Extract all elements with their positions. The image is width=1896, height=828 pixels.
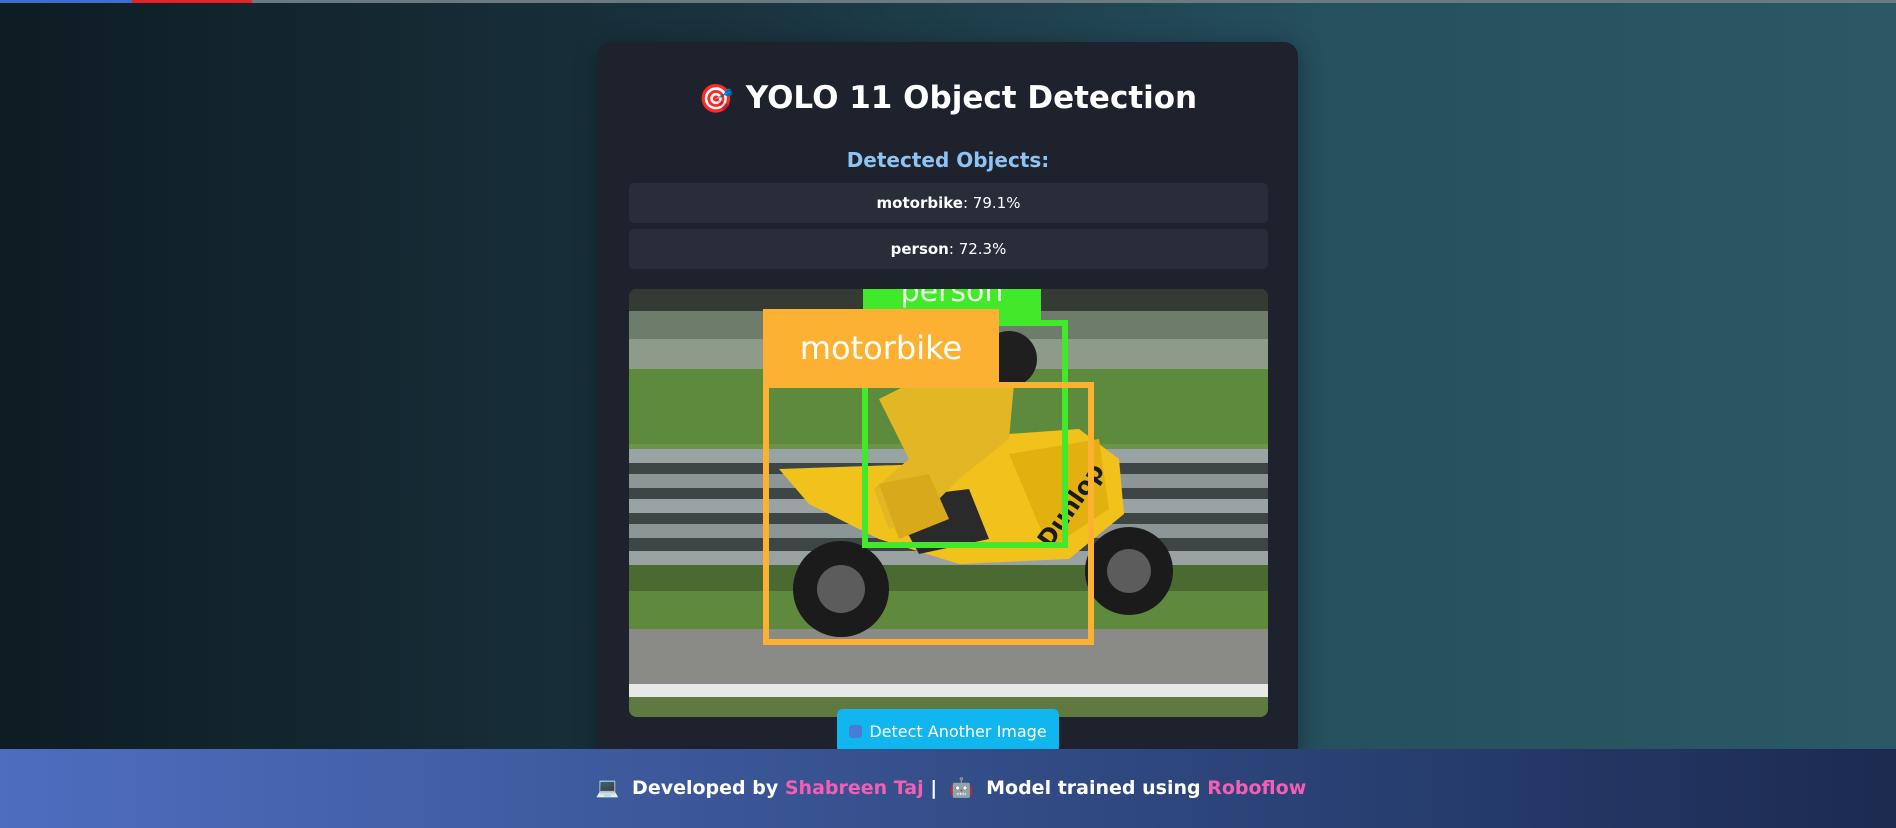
laptop-icon: 💻: [595, 777, 620, 799]
loading-bar-blue: [0, 0, 132, 3]
detect-another-image-label: Detect Another Image: [869, 722, 1047, 741]
detect-another-image-button[interactable]: Detect Another Image: [837, 709, 1059, 753]
developer-name-link[interactable]: Shabreen Taj: [785, 777, 924, 799]
person-box-label: person: [901, 289, 1004, 309]
footer-developed-by: Developed by: [632, 777, 779, 799]
page-title-text: YOLO 11 Object Detection: [745, 80, 1198, 116]
footer-separator: |: [930, 777, 938, 799]
detected-objects-heading: Detected Objects:: [846, 148, 1050, 172]
repeat-icon: [849, 725, 863, 738]
detection-label: motorbike: [876, 194, 963, 212]
motorbike-box-label: motorbike: [800, 329, 962, 367]
detection-result-image: Dunlop person motorbike: [629, 289, 1268, 717]
detection-item: motorbike: 79.1%: [629, 183, 1268, 223]
footer-model-text: Model trained using: [986, 777, 1201, 799]
detection-confidence: 72.3%: [958, 240, 1007, 258]
detection-item: person: 72.3%: [629, 229, 1268, 269]
browser-loading-bar: [0, 0, 1896, 3]
robot-icon: 🤖: [949, 777, 974, 799]
page-title: 🎯 YOLO 11 Object Detection: [0, 78, 1896, 119]
roboflow-link[interactable]: Roboflow: [1207, 777, 1306, 799]
target-icon: 🎯: [698, 82, 734, 115]
detection-confidence: 79.1%: [972, 194, 1021, 212]
footer: 💻 Developed by Shabreen Taj | 🤖 Model tr…: [0, 749, 1896, 828]
loading-bar-red: [132, 0, 252, 3]
detection-label: person: [890, 240, 949, 258]
annotated-photo: Dunlop person motorbike: [629, 289, 1268, 717]
